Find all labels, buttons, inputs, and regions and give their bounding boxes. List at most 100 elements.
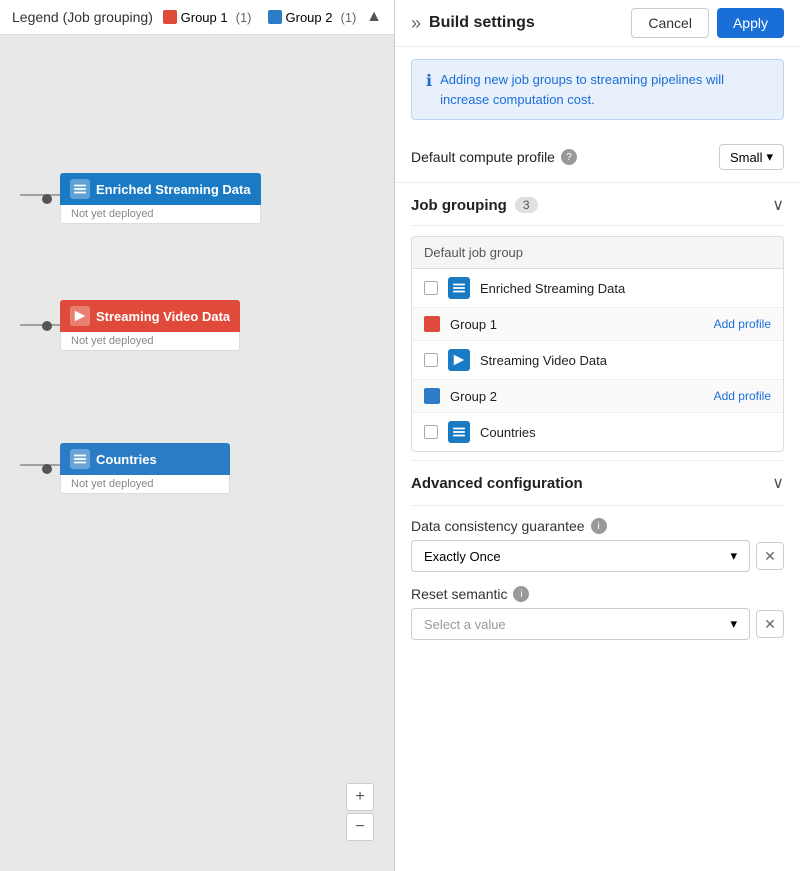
job-table: Default job group Enriched Streaming Dat… — [411, 236, 784, 452]
top-bar-title: Build settings — [429, 14, 535, 32]
node-enriched-header: Enriched Streaming Data — [60, 173, 261, 205]
compute-profile-row: Default compute profile ? Small ▾ — [395, 132, 800, 183]
group2-color-dot — [424, 388, 440, 404]
node-enriched-label: Enriched Streaming Data — [96, 182, 251, 197]
node-enriched-icon — [70, 179, 90, 199]
countries-checkbox[interactable] — [424, 425, 438, 439]
chevron-right-icon: » — [411, 13, 421, 34]
chevron-down-icon: ▾ — [766, 149, 773, 165]
compute-profile-text: Default compute profile — [411, 149, 555, 165]
node-countries[interactable]: Countries Not yet deployed — [60, 443, 230, 494]
legend-group2-label: Group 2 — [286, 10, 333, 25]
advanced-collapse-icon[interactable]: ∨ — [772, 473, 784, 493]
countries-type-icon — [448, 421, 470, 443]
legend-group2: Group 2 (1) — [268, 10, 357, 25]
advanced-config-title: Advanced configuration — [411, 475, 583, 492]
default-group-label: Default job group — [424, 245, 523, 260]
compute-profile-select[interactable]: Small ▾ — [719, 144, 784, 170]
info-circle-icon: ℹ — [426, 71, 432, 91]
advanced-config-section: Advanced configuration ∨ Data consistenc… — [395, 460, 800, 654]
zoom-in-button[interactable]: + — [346, 783, 374, 811]
group1-header-row: Group 1 Add profile — [412, 308, 783, 341]
group2-name: Group 2 — [450, 389, 704, 404]
job-grouping-header-left: Job grouping 3 — [411, 197, 538, 214]
default-group-header: Default job group — [412, 237, 783, 269]
enriched-checkbox[interactable] — [424, 281, 438, 295]
job-grouping-section: Job grouping 3 ∨ Default job group Enric… — [395, 183, 800, 452]
reset-semantic-help-icon[interactable]: i — [513, 586, 529, 602]
legend-group1: Group 1 (1) — [163, 10, 252, 25]
enriched-type-icon — [448, 277, 470, 299]
legend-group1-label: Group 1 — [181, 10, 228, 25]
node-countries-status: Not yet deployed — [60, 475, 230, 494]
canvas: Enriched Streaming Data Not yet deployed… — [0, 35, 394, 861]
legend-group1-dot — [163, 10, 177, 24]
compute-help-icon[interactable]: ? — [561, 149, 577, 165]
node-enriched-status: Not yet deployed — [60, 205, 261, 224]
group1-add-profile-link[interactable]: Add profile — [714, 317, 771, 331]
top-bar-actions: Cancel Apply — [631, 8, 784, 38]
data-consistency-help-icon[interactable]: i — [591, 518, 607, 534]
job-grouping-collapse-icon[interactable]: ∨ — [772, 195, 784, 215]
node-video-icon — [70, 306, 90, 326]
data-consistency-select[interactable]: Exactly Once ▾ — [411, 540, 750, 572]
group2-add-profile-link[interactable]: Add profile — [714, 389, 771, 403]
job-row-video: Streaming Video Data — [412, 341, 783, 380]
zoom-controls: + − — [346, 783, 374, 841]
reset-semantic-select[interactable]: Select a value ▾ — [411, 608, 750, 640]
legend-items: Group 1 (1) Group 2 (1) — [163, 10, 357, 25]
reset-semantic-select-row: Select a value ▾ ✕ — [411, 608, 784, 640]
data-consistency-label-row: Data consistency guarantee i — [411, 518, 784, 534]
node-video-dot — [42, 321, 52, 331]
data-consistency-select-row: Exactly Once ▾ ✕ — [411, 540, 784, 572]
info-text: Adding new job groups to streaming pipel… — [440, 70, 769, 109]
node-enriched[interactable]: Enriched Streaming Data Not yet deployed — [60, 173, 261, 224]
reset-semantic-clear-button[interactable]: ✕ — [756, 610, 784, 638]
apply-button[interactable]: Apply — [717, 8, 784, 38]
group2-header-row: Group 2 Add profile — [412, 380, 783, 413]
node-enriched-dot — [42, 194, 52, 204]
data-consistency-label: Data consistency guarantee — [411, 518, 585, 534]
node-video[interactable]: Streaming Video Data Not yet deployed — [60, 300, 240, 351]
data-consistency-value: Exactly Once — [424, 549, 501, 564]
zoom-out-button[interactable]: − — [346, 813, 374, 841]
node-countries-header: Countries — [60, 443, 230, 475]
legend-group2-dot — [268, 10, 282, 24]
left-panel: Legend (Job grouping) Group 1 (1) Group … — [0, 0, 395, 871]
video-type-icon — [448, 349, 470, 371]
top-bar: » Build settings Cancel Apply — [395, 0, 800, 47]
reset-semantic-label-row: Reset semantic i — [411, 586, 784, 602]
video-checkbox[interactable] — [424, 353, 438, 367]
node-video-status: Not yet deployed — [60, 332, 240, 351]
group1-color-dot — [424, 316, 440, 332]
node-video-header: Streaming Video Data — [60, 300, 240, 332]
legend-group2-count: (1) — [341, 10, 357, 25]
compute-profile-value: Small — [730, 150, 763, 165]
data-consistency-chevron-icon: ▾ — [730, 548, 737, 564]
data-consistency-clear-button[interactable]: ✕ — [756, 542, 784, 570]
enriched-item-name: Enriched Streaming Data — [480, 281, 771, 296]
cancel-button[interactable]: Cancel — [631, 8, 709, 38]
job-row-enriched: Enriched Streaming Data — [412, 269, 783, 308]
legend-group1-count: (1) — [236, 10, 252, 25]
node-countries-label: Countries — [96, 452, 157, 467]
legend-collapse-icon[interactable]: ▲ — [366, 8, 382, 26]
info-box: ℹ Adding new job groups to streaming pip… — [411, 59, 784, 120]
node-countries-icon — [70, 449, 90, 469]
reset-semantic-label: Reset semantic — [411, 586, 507, 602]
reset-semantic-chevron-icon: ▾ — [730, 616, 737, 632]
job-grouping-count: 3 — [515, 197, 538, 213]
legend-bar: Legend (Job grouping) Group 1 (1) Group … — [0, 0, 394, 35]
legend-title: Legend (Job grouping) — [12, 9, 153, 25]
top-bar-left: » Build settings — [411, 13, 535, 34]
compute-profile-label: Default compute profile ? — [411, 149, 577, 165]
job-grouping-header: Job grouping 3 ∨ — [411, 183, 784, 226]
countries-item-name: Countries — [480, 425, 771, 440]
video-item-name: Streaming Video Data — [480, 353, 771, 368]
node-countries-dot — [42, 464, 52, 474]
job-grouping-title: Job grouping — [411, 197, 507, 214]
advanced-config-header: Advanced configuration ∨ — [411, 460, 784, 506]
reset-semantic-placeholder: Select a value — [424, 617, 506, 632]
job-row-countries: Countries — [412, 413, 783, 451]
group1-name: Group 1 — [450, 317, 704, 332]
